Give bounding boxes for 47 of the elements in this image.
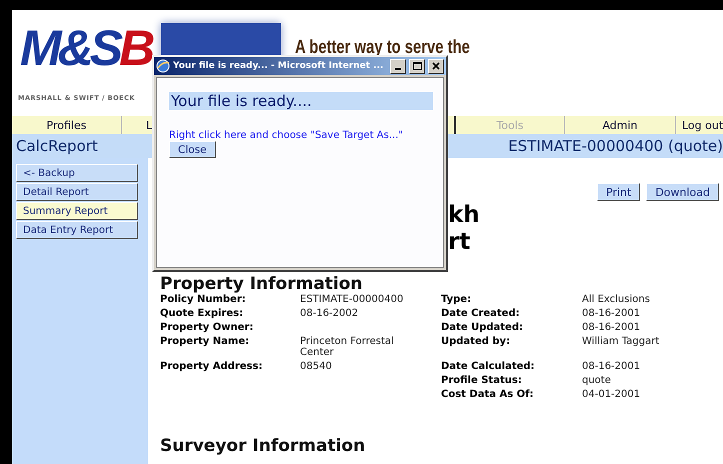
field-value: 08-16-2002 [300, 308, 360, 319]
field-label: Property Owner: [160, 322, 254, 333]
field-value: 08-16-2001 [582, 322, 642, 333]
field-label: Type: [441, 294, 472, 305]
save-link[interactable]: Right click here and choose "Save Target As..." [169, 130, 403, 141]
field-value: ESTIMATE-00000400 [300, 294, 404, 305]
field-label: Property Address: [160, 361, 264, 372]
report-title: kh [448, 202, 481, 229]
field-label: Date Created: [441, 308, 521, 319]
field-value: 08540 [300, 361, 333, 372]
window-title: Your file is ready... - Microsoft Internet ... [173, 61, 384, 71]
field-label: Date Calculated: [441, 361, 536, 372]
company-logo: M&SB [20, 23, 152, 73]
globe-icon [156, 59, 170, 73]
field-label: Updated by: [441, 336, 512, 349]
print-button[interactable]: Print [597, 183, 640, 201]
sidebar-item[interactable]: Summary Report [16, 202, 138, 220]
maximize-icon [412, 62, 422, 70]
section-heading: Surveyor Information [160, 436, 366, 456]
field-value: 08-16-2001 [582, 308, 642, 319]
minimize-button[interactable] [390, 58, 406, 74]
sidebar-item[interactable]: Detail Report [16, 183, 138, 201]
field-value: 04-01-2001 [582, 389, 642, 400]
popup-heading: Your file is ready.... [169, 92, 433, 110]
section-heading: Property Information [160, 274, 364, 294]
download-button[interactable]: Download [646, 183, 719, 201]
field-value: 08-16-2001 [582, 361, 642, 372]
field-label: Quote Expires: [160, 308, 244, 319]
close-button[interactable]: Close [169, 141, 216, 158]
maximize-button[interactable] [409, 58, 425, 74]
report-title: rt [448, 229, 472, 256]
field-value: Princeton Forrestal Center [300, 336, 395, 358]
close-icon [432, 62, 440, 70]
field-label: Property Name: [160, 336, 250, 349]
field-label: Profile Status: [441, 375, 523, 386]
field-value: quote [582, 375, 612, 386]
close-button[interactable] [428, 58, 444, 74]
sidebar-item[interactable]: <- Backup [16, 164, 138, 182]
record-title: ESTIMATE-00000400 (quote) [508, 137, 723, 155]
field-value: William Taggart [582, 336, 660, 349]
field-value: All Exclusions [582, 294, 651, 305]
field-label: Cost Data As Of: [441, 389, 535, 400]
sidebar-item[interactable]: Data Entry Report [16, 221, 138, 239]
app-title: CalcReport [16, 137, 98, 155]
tagline: A better way to serve the [295, 37, 470, 59]
field-label: Date Updated: [441, 322, 524, 333]
field-label: Policy Number: [160, 294, 247, 305]
